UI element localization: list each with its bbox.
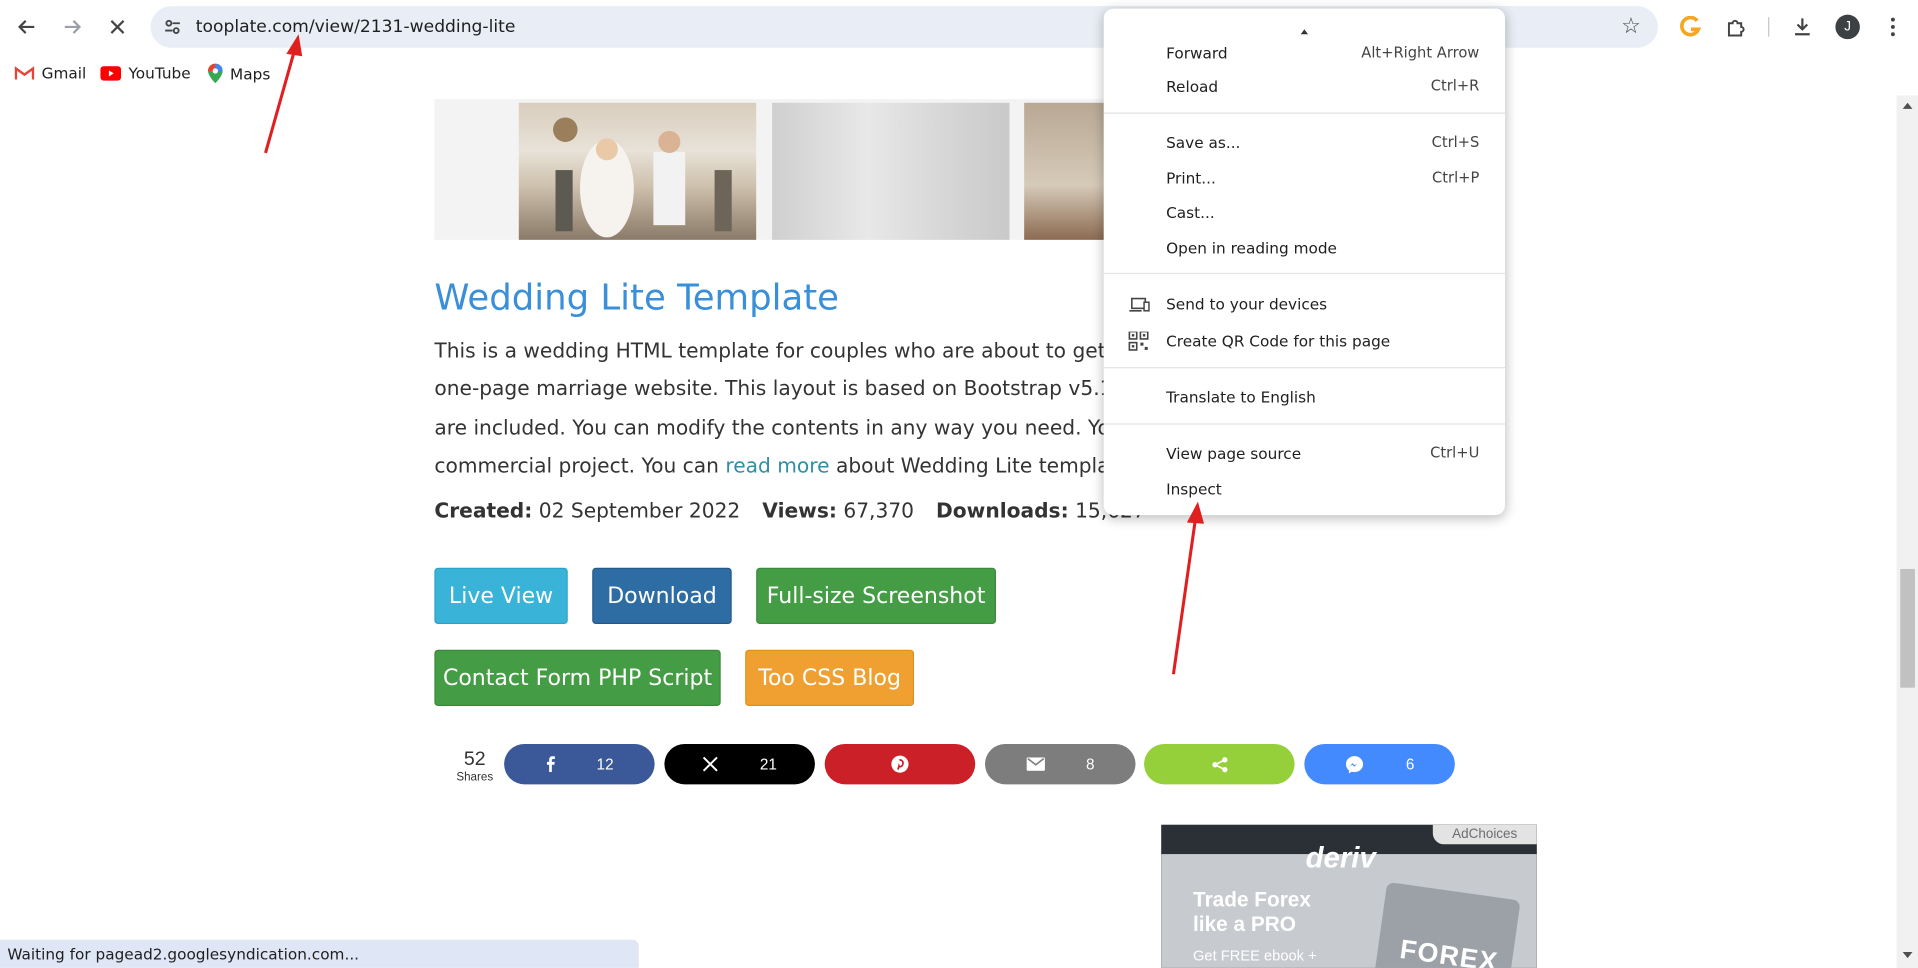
description-line: are included. You can modify the content… — [434, 415, 1120, 439]
bookmark-maps[interactable]: Maps — [208, 63, 271, 84]
bookmark-youtube[interactable]: YouTube — [100, 63, 191, 82]
contact-form-button[interactable]: Contact Form PHP Script — [434, 649, 721, 707]
total-shares: 52 Shares — [454, 749, 496, 784]
menu-separator — [1103, 423, 1506, 425]
menu-separator — [1103, 367, 1506, 369]
template-description: This is a wedding HTML template for coup… — [434, 332, 1119, 485]
read-more-link[interactable]: read more — [725, 454, 829, 477]
maps-icon — [208, 63, 223, 84]
youtube-icon — [100, 65, 122, 81]
profile-avatar[interactable]: J — [1835, 14, 1860, 40]
bookmark-star-icon[interactable]: ☆ — [1621, 13, 1641, 39]
image-gallery — [434, 99, 1120, 240]
context-menu: Forward Alt+Right Arrow Reload Ctrl+R Sa… — [1103, 8, 1506, 516]
email-share-button[interactable]: 8 — [984, 743, 1136, 785]
messenger-share-count: 6 — [1405, 755, 1415, 773]
page-content: Wedding Lite Template This is a wedding … — [0, 95, 1897, 968]
site-settings-icon[interactable] — [163, 17, 183, 37]
facebook-share-button[interactable]: 12 — [504, 743, 655, 785]
bookmark-label: Maps — [230, 64, 271, 83]
views-count: 67,370 — [843, 499, 915, 523]
menu-item-forward[interactable]: Forward Alt+Right Arrow — [1104, 38, 1505, 62]
facebook-icon — [546, 756, 555, 773]
downloads-icon[interactable] — [1789, 13, 1816, 40]
menu-item-view-source[interactable]: View page source Ctrl+U — [1104, 438, 1505, 470]
template-stats: Created: 02 September 2022 Views: 67,370 D… — [434, 499, 1145, 522]
forward-icon[interactable] — [58, 12, 87, 41]
menu-item-print[interactable]: Print... Ctrl+P — [1104, 163, 1505, 195]
menu-scroll-up-icon[interactable] — [1300, 29, 1309, 35]
screen: tooplate.com/view/2131-wedding-lite ☆ J … — [0, 0, 1918, 968]
ad-book-text: FOREX — [1398, 933, 1501, 968]
x-icon — [702, 756, 718, 772]
menu-item-reading-mode[interactable]: Open in reading mode — [1104, 232, 1505, 264]
menu-item-cast[interactable]: Cast... — [1104, 197, 1505, 229]
live-view-button[interactable]: Live View — [434, 567, 568, 625]
bookmarks-bar: Gmail YouTube Maps — [0, 56, 1918, 90]
toolbar-divider — [1768, 17, 1770, 37]
extension-g-icon[interactable] — [1678, 13, 1705, 40]
description-line: one-page marriage website. This layout i… — [434, 377, 1120, 401]
menu-item-send-to-devices[interactable]: Send to your devices — [1104, 289, 1505, 321]
scroll-down-icon[interactable] — [1902, 951, 1913, 959]
bookmark-label: YouTube — [128, 63, 191, 82]
menu-item-save-as[interactable]: Save as... Ctrl+S — [1104, 127, 1505, 159]
messenger-icon — [1345, 755, 1364, 773]
menu-separator — [1103, 112, 1506, 114]
sharethis-button[interactable] — [1144, 743, 1295, 785]
page-scrollbar[interactable] — [1896, 95, 1918, 968]
scrollbar-thumb[interactable] — [1900, 568, 1915, 688]
browser-toolbar: tooplate.com/view/2131-wedding-lite ☆ J — [0, 0, 1918, 54]
share-icon — [1211, 756, 1227, 772]
more-menu-icon[interactable] — [1879, 13, 1906, 40]
messenger-share-button[interactable]: 6 — [1304, 743, 1455, 785]
stop-loading-icon[interactable] — [103, 12, 132, 41]
menu-item-qr-code[interactable]: Create QR Code for this page — [1104, 325, 1505, 357]
ad-subtext: Get FREE ebook + — [1193, 947, 1317, 965]
ad-brand-logo: deriv — [1305, 841, 1376, 875]
email-icon — [1026, 757, 1045, 771]
gmail-icon — [14, 65, 35, 79]
shares-label: Shares — [456, 770, 494, 785]
full-size-screenshot-button[interactable]: Full-size Screenshot — [756, 567, 997, 625]
menu-item-inspect[interactable]: Inspect — [1104, 474, 1505, 506]
page-title: Wedding Lite Template — [434, 276, 839, 319]
x-share-button[interactable]: 21 — [664, 743, 815, 785]
shares-count: 52 — [463, 748, 486, 770]
x-share-count: 21 — [759, 755, 777, 773]
menu-item-reload[interactable]: Reload Ctrl+R — [1104, 71, 1505, 103]
adchoices-link[interactable]: AdChoices — [1432, 824, 1537, 845]
loading-status: Waiting for pagead2.googlesyndication.co… — [0, 939, 639, 968]
description-line: This is a wedding HTML template for coup… — [434, 338, 1120, 363]
too-css-blog-button[interactable]: Too CSS Blog — [745, 649, 915, 707]
created-date: 02 September 2022 — [538, 499, 741, 523]
pinterest-icon — [891, 755, 909, 773]
qr-code-icon — [1128, 331, 1149, 351]
email-share-count: 8 — [1085, 755, 1095, 773]
bookmark-gmail[interactable]: Gmail — [14, 63, 87, 82]
back-icon[interactable] — [12, 12, 41, 41]
gallery-image-couple[interactable] — [518, 102, 757, 240]
menu-separator — [1103, 272, 1506, 275]
gallery-image-building[interactable] — [772, 102, 1010, 240]
bookmark-label: Gmail — [41, 63, 87, 82]
scroll-up-icon[interactable] — [1902, 102, 1913, 109]
download-button[interactable]: Download — [592, 567, 732, 625]
pinterest-share-button[interactable] — [824, 743, 976, 785]
ad-headline: Trade Forex like a PRO — [1193, 888, 1311, 937]
devices-icon — [1129, 297, 1150, 312]
menu-item-translate[interactable]: Translate to English — [1104, 382, 1505, 414]
extensions-puzzle-icon[interactable] — [1723, 13, 1750, 40]
advertisement[interactable]: FOREX deriv Trade Forex like a PRO Get FR… — [1161, 824, 1537, 968]
url-text[interactable]: tooplate.com/view/2131-wedding-lite — [196, 17, 516, 37]
facebook-share-count: 12 — [596, 755, 614, 773]
description-line: commercial project. You can read more ab… — [434, 453, 1119, 478]
